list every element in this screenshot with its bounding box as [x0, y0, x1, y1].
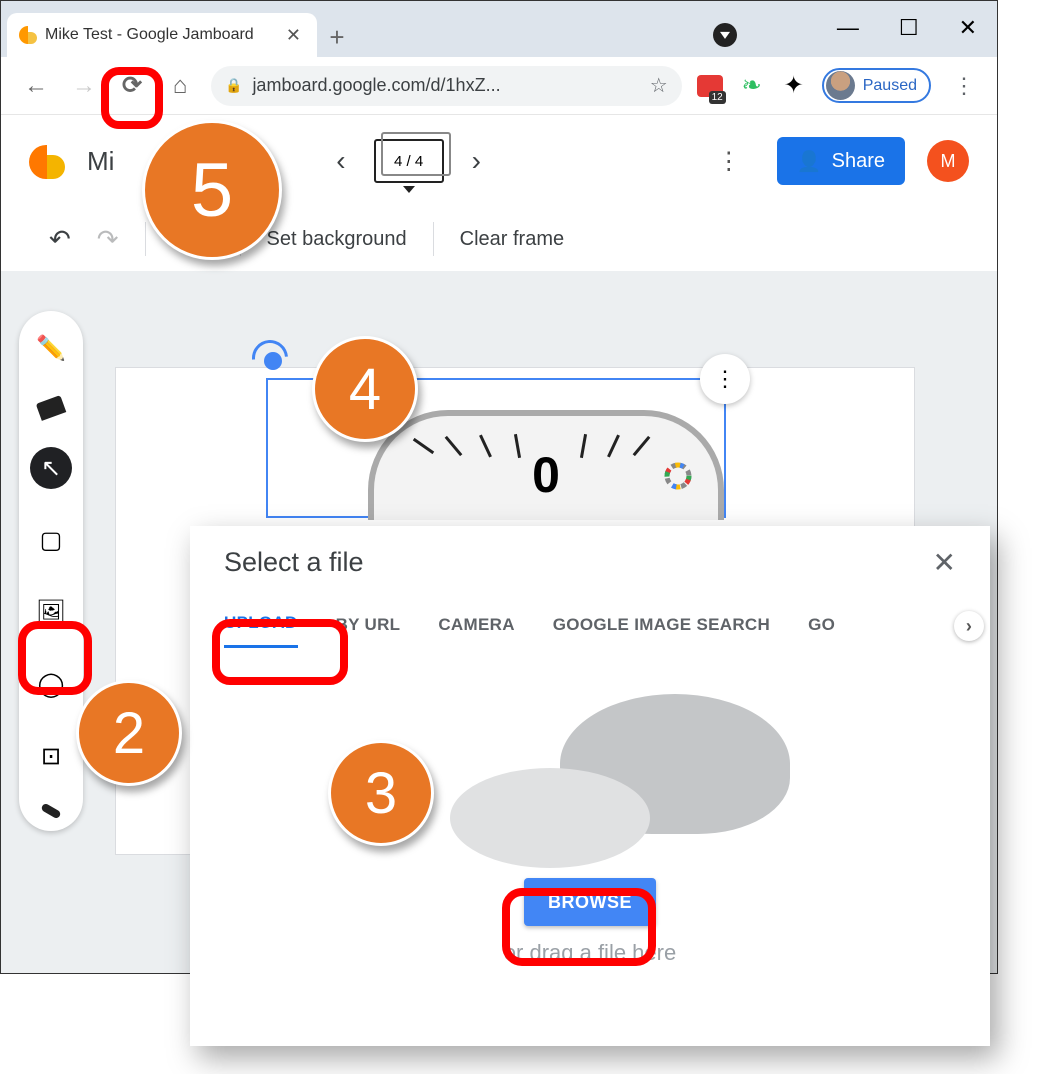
next-frame-button[interactable]: ›	[460, 145, 493, 177]
forward-button[interactable]: →	[67, 69, 101, 103]
share-button[interactable]: 👤 Share	[777, 137, 905, 185]
share-label: Share	[832, 150, 885, 173]
address-bar[interactable]: 🔒 jamboard.google.com/d/1hxZ... ☆	[211, 66, 682, 106]
lock-icon: 🔒	[225, 77, 242, 94]
profile-avatar	[826, 71, 855, 100]
prev-frame-button[interactable]: ‹	[324, 145, 357, 177]
profile-chip[interactable]: Paused	[822, 68, 931, 103]
close-window-button[interactable]: ✕	[959, 15, 977, 41]
document-title[interactable]: Mi	[87, 146, 114, 177]
profile-state: Paused	[863, 77, 917, 95]
chrome-menu-button[interactable]: ⋮	[945, 73, 983, 99]
clear-frame-button[interactable]: Clear frame	[460, 228, 564, 251]
home-button[interactable]: ⌂	[163, 69, 197, 103]
gear-icon	[658, 456, 698, 496]
element-menu-button[interactable]: ⋮	[700, 354, 750, 404]
callout-3: 3	[328, 740, 434, 846]
extensions-area: 12 ❧ ✦ Paused ⋮	[696, 68, 983, 103]
back-button[interactable]: ←	[19, 69, 53, 103]
tab-close-button[interactable]: ✕	[286, 25, 301, 46]
redo-button[interactable]: ↷	[97, 224, 119, 255]
account-badge[interactable]: M	[927, 140, 969, 182]
set-background-button[interactable]: Set background	[267, 228, 407, 251]
text-box-tool[interactable]: ⊡	[30, 735, 72, 777]
media-control-icon[interactable]	[713, 23, 737, 47]
extensions-menu-icon[interactable]: ✦	[780, 72, 808, 100]
callout-5: 5	[142, 120, 282, 260]
pen-tool[interactable]: ✏️	[30, 327, 72, 369]
callout-4: 4	[312, 336, 418, 442]
upload-illustration	[410, 688, 770, 858]
dialog-title: Select a file	[224, 547, 364, 578]
extension-1-icon[interactable]: 12	[696, 72, 724, 100]
dialog-close-button[interactable]: ✕	[933, 546, 956, 579]
sticky-note-tool[interactable]: ▢	[30, 519, 72, 561]
tab-google-image-search[interactable]: GOOGLE IMAGE SEARCH	[553, 615, 770, 647]
new-tab-button[interactable]: +	[317, 22, 357, 57]
callout-ring-image-tool	[18, 621, 92, 695]
maximize-button[interactable]: ☐	[899, 15, 919, 41]
share-icon: 👤	[797, 149, 822, 174]
tool-sidebar: ✏️ ↖ ▢ 🖼 ◯ ⊡	[19, 311, 83, 831]
jamboard-favicon	[19, 26, 37, 44]
tab-google-drive-cut[interactable]: GO	[808, 615, 835, 647]
tab-camera[interactable]: CAMERA	[438, 615, 514, 647]
callout-2: 2	[76, 680, 182, 786]
window-controls: — ☐ ✕	[837, 15, 977, 41]
callout-ring-reload	[101, 67, 163, 129]
undo-button[interactable]: ↶	[49, 224, 71, 255]
callout-ring-browse	[502, 888, 656, 966]
select-tool[interactable]: ↖	[30, 447, 72, 489]
frame-navigator: ‹ 4 / 4 ›	[324, 139, 493, 183]
tabs-scroll-right[interactable]: ›	[954, 611, 984, 641]
clock-image: 0	[368, 410, 724, 520]
app-more-menu[interactable]: ⋮	[703, 147, 755, 176]
extension-1-badge: 12	[709, 91, 726, 104]
bookmark-button[interactable]: ☆	[650, 73, 668, 98]
browser-tab[interactable]: Mike Test - Google Jamboard ✕	[7, 13, 317, 57]
laser-tool[interactable]	[40, 803, 61, 820]
rotate-handle[interactable]	[264, 352, 282, 370]
file-picker-dialog: Select a file ✕ UPLOAD BY URL CAMERA GOO…	[190, 526, 990, 1046]
jamboard-logo-icon[interactable]	[29, 143, 65, 179]
tab-title: Mike Test - Google Jamboard	[45, 26, 278, 44]
url-text: jamboard.google.com/d/1hxZ...	[252, 75, 639, 96]
callout-ring-upload-tab	[212, 619, 348, 685]
evernote-extension-icon[interactable]: ❧	[738, 72, 766, 100]
eraser-tool[interactable]	[36, 395, 67, 421]
frame-indicator[interactable]: 4 / 4	[374, 139, 444, 183]
minimize-button[interactable]: —	[837, 15, 859, 41]
